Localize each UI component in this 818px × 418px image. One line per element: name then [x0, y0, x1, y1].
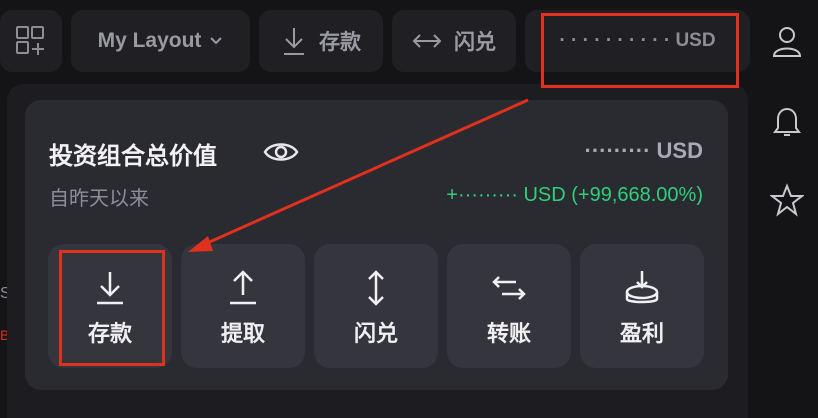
- star-icon[interactable]: [770, 183, 804, 217]
- swap-toolbar-button[interactable]: 闪兑: [392, 10, 516, 72]
- grid-add-icon: [16, 26, 44, 55]
- swap-label: 闪兑: [353, 321, 398, 346]
- earn-icon: [625, 271, 659, 304]
- swap-toolbar-label: 闪兑: [454, 31, 496, 54]
- balance-masked: · · · · · · · · · · USD: [559, 30, 716, 51]
- balance-toolbar-button[interactable]: · · · · · · · · · · USD: [525, 10, 750, 72]
- earn-label: 盈利: [619, 321, 664, 346]
- portfolio-subtitle: 自昨天以来: [49, 188, 149, 210]
- download-icon: [284, 28, 304, 55]
- chevron-down-icon: [210, 37, 223, 45]
- layout-label: My Layout: [97, 29, 202, 52]
- portfolio-title: 投资组合总价值: [49, 143, 217, 170]
- portfolio-balance: ········· USD: [584, 138, 704, 163]
- deposit-label: 存款: [87, 321, 132, 346]
- swap-button[interactable]: 闪兑: [314, 244, 438, 368]
- vertical-swap-icon: [368, 270, 384, 306]
- transfer-icon: [492, 276, 526, 300]
- swap-arrows-icon: [412, 34, 442, 48]
- portfolio-change: +········· USD (+99,668.00%): [446, 184, 703, 206]
- add-widget-button[interactable]: [0, 10, 62, 72]
- withdraw-button[interactable]: 提取: [181, 244, 305, 368]
- transfer-label: 转账: [486, 321, 531, 346]
- earn-button[interactable]: 盈利: [580, 244, 704, 368]
- deposit-button[interactable]: 存款: [48, 244, 172, 368]
- deposit-toolbar-button[interactable]: 存款: [259, 10, 383, 72]
- layout-selector[interactable]: My Layout: [71, 10, 250, 72]
- eye-icon[interactable]: [262, 136, 300, 168]
- bell-icon[interactable]: [770, 104, 804, 138]
- right-rail: [756, 0, 818, 418]
- withdraw-label: 提取: [220, 321, 265, 346]
- download-icon: [97, 272, 123, 305]
- top-toolbar: My Layout 存款 闪兑 · · · · · · · · · · USD: [0, 0, 818, 84]
- deposit-toolbar-label: 存款: [319, 31, 361, 54]
- user-icon[interactable]: [770, 24, 804, 58]
- upload-icon: [230, 270, 256, 305]
- transfer-button[interactable]: 转账: [447, 244, 571, 368]
